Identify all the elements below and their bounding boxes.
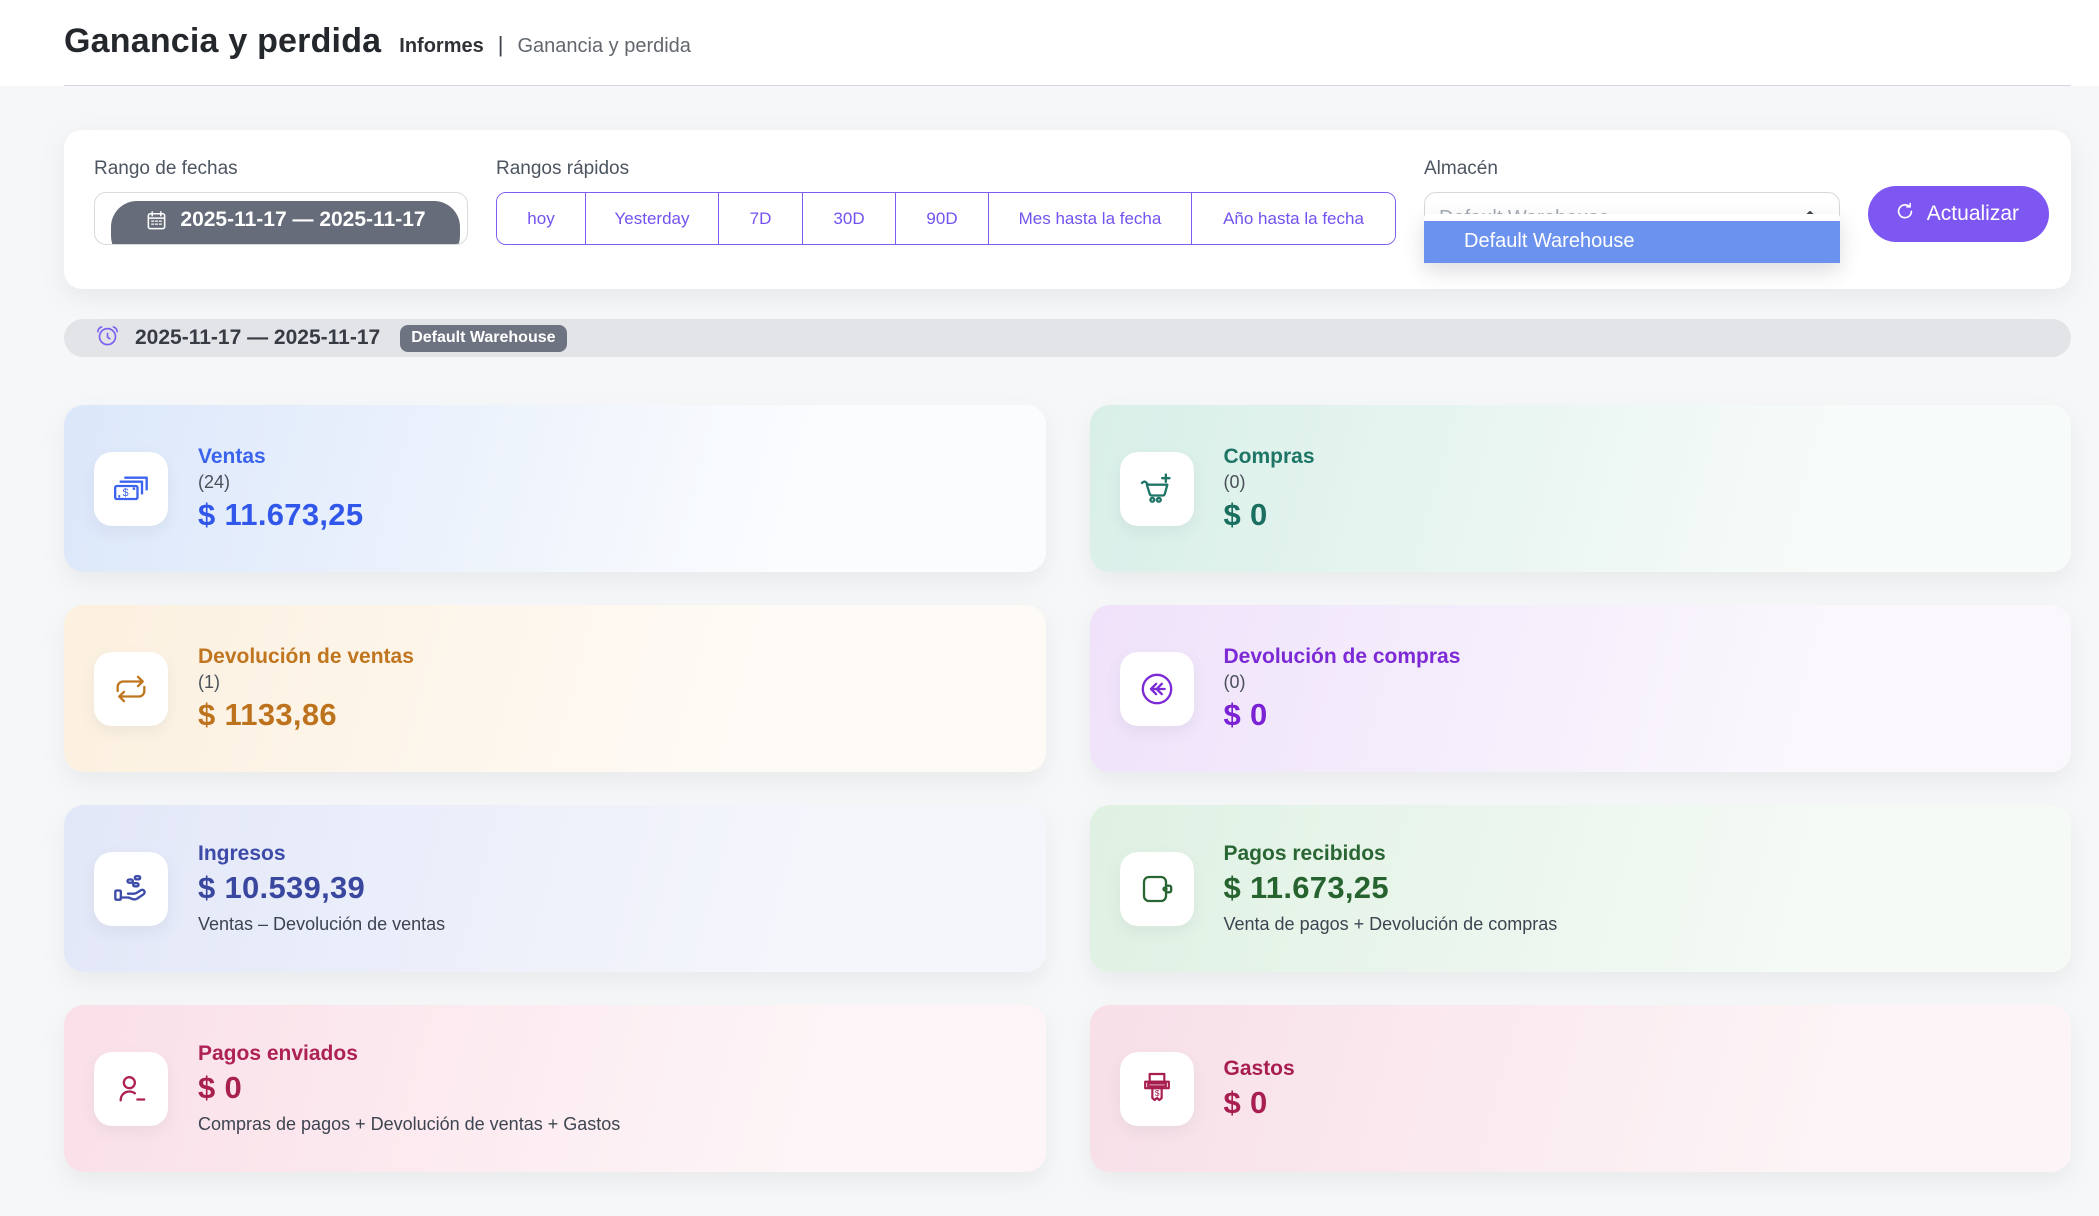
card-body: Gastos $ 0 [1224,1057,1295,1121]
quick-range-90d-button[interactable]: 90D [896,193,989,244]
card-title: Devolución de compras [1224,645,1461,669]
quick-range-year-to-date-button[interactable]: Año hasta la fecha [1192,193,1395,244]
card-pagos-recibidos: Pagos recibidos $ 11.673,25 Venta de pag… [1090,805,2072,972]
card-title: Ventas [198,445,363,469]
warehouse-group: Almacén Default Warehouse Default Wareho… [1424,158,1840,245]
card-pagos-enviados: Pagos enviados $ 0 Compras de pagos + De… [64,1005,1046,1172]
quick-range-yesterday-button[interactable]: Yesterday [586,193,719,244]
card-count: (1) [198,672,414,693]
date-range-group: Rango de fechas 2025-11-17 — 2025-11-17 [94,158,468,245]
quick-range-month-to-date-button[interactable]: Mes hasta la fecha [989,193,1192,244]
warehouse-label: Almacén [1424,158,1840,180]
quick-ranges-group: Rangos rápidos hoy Yesterday 7D 30D 90D … [496,158,1396,245]
warehouse-dropdown: Default Warehouse [1424,214,1840,263]
card-amount: $ 0 [1224,497,1315,533]
main-content: Rango de fechas 2025-11-17 — 2025-11-17 … [0,86,2099,1198]
date-range-label: Rango de fechas [94,158,468,180]
card-ingresos: Ingresos $ 10.539,39 Ventas – Devolución… [64,805,1046,972]
breadcrumb-parent[interactable]: Informes [399,35,483,58]
card-amount: $ 11.673,25 [198,497,363,533]
person-minus-icon [94,1052,168,1126]
breadcrumb-separator: | [498,32,504,58]
quick-ranges-button-group: hoy Yesterday 7D 30D 90D Mes hasta la fe… [496,192,1396,245]
stat-cards-grid: $ Ventas (24) $ 11.673,25 Compras (0) $ … [64,405,2071,1198]
summary-bar: 2025-11-17 — 2025-11-17 Default Warehous… [64,319,2071,357]
quick-ranges-label: Rangos rápidos [496,158,1396,180]
card-title: Gastos [1224,1057,1295,1081]
calendar-icon [145,208,168,238]
card-amount: $ 1133,86 [198,697,414,733]
card-body: Compras (0) $ 0 [1224,445,1315,533]
card-subtitle: Venta de pagos + Devolución de compras [1224,914,1558,935]
card-title: Compras [1224,445,1315,469]
date-range-value: 2025-11-17 — 2025-11-17 [180,208,425,232]
page-header: Ganancia y perdida Informes | Ganancia y… [0,0,2099,86]
card-title: Pagos recibidos [1224,842,1558,866]
quick-range-hoy-button[interactable]: hoy [497,193,586,244]
date-range-pill: 2025-11-17 — 2025-11-17 [111,201,460,245]
quick-range-30d-button[interactable]: 30D [803,193,896,244]
card-amount: $ 11.673,25 [1224,870,1558,906]
return-arrow-icon [1120,652,1194,726]
update-button[interactable]: Actualizar [1868,186,2049,242]
svg-text:$: $ [1154,1088,1159,1098]
card-amount: $ 0 [1224,1085,1295,1121]
card-title: Devolución de ventas [198,645,414,669]
card-body: Devolución de compras (0) $ 0 [1224,645,1461,733]
refresh-icon [1894,200,1916,228]
wallet-icon [1120,852,1194,926]
banknotes-icon: $ [94,452,168,526]
receipt-printer-icon: $ [1120,1052,1194,1126]
card-devolucion-compras: Devolución de compras (0) $ 0 [1090,605,2072,772]
cart-plus-icon [1120,452,1194,526]
card-amount: $ 0 [198,1070,620,1106]
card-title: Ingresos [198,842,445,866]
quick-range-7d-button[interactable]: 7D [719,193,803,244]
summary-warehouse-badge: Default Warehouse [400,325,566,352]
card-amount: $ 0 [1224,697,1461,733]
card-compras: Compras (0) $ 0 [1090,405,2072,572]
breadcrumb-current: Ganancia y perdida [517,35,690,58]
card-gastos: $ Gastos $ 0 [1090,1005,2072,1172]
update-button-label: Actualizar [1927,202,2019,226]
card-body: Pagos recibidos $ 11.673,25 Venta de pag… [1224,842,1558,935]
card-body: Pagos enviados $ 0 Compras de pagos + De… [198,1042,620,1135]
card-ventas: $ Ventas (24) $ 11.673,25 [64,405,1046,572]
card-amount: $ 10.539,39 [198,870,445,906]
card-count: (0) [1224,472,1315,493]
page-title: Ganancia y perdida [64,22,381,61]
warehouse-option-default[interactable]: Default Warehouse [1424,221,1840,263]
repeat-icon [94,652,168,726]
card-count: (24) [198,472,363,493]
card-subtitle: Compras de pagos + Devolución de ventas … [198,1114,620,1135]
card-body: Ingresos $ 10.539,39 Ventas – Devolución… [198,842,445,935]
card-devolucion-ventas: Devolución de ventas (1) $ 1133,86 [64,605,1046,772]
hand-coins-icon [94,852,168,926]
filter-panel: Rango de fechas 2025-11-17 — 2025-11-17 … [64,130,2071,289]
card-count: (0) [1224,672,1461,693]
date-range-input[interactable]: 2025-11-17 — 2025-11-17 [94,192,468,245]
svg-text:$: $ [123,487,129,499]
alarm-clock-icon [94,322,121,354]
card-body: Devolución de ventas (1) $ 1133,86 [198,645,414,733]
breadcrumb: Informes | Ganancia y perdida [399,32,691,58]
card-subtitle: Ventas – Devolución de ventas [198,914,445,935]
summary-date-range: 2025-11-17 — 2025-11-17 [135,326,380,350]
card-body: Ventas (24) $ 11.673,25 [198,445,363,533]
card-title: Pagos enviados [198,1042,620,1066]
